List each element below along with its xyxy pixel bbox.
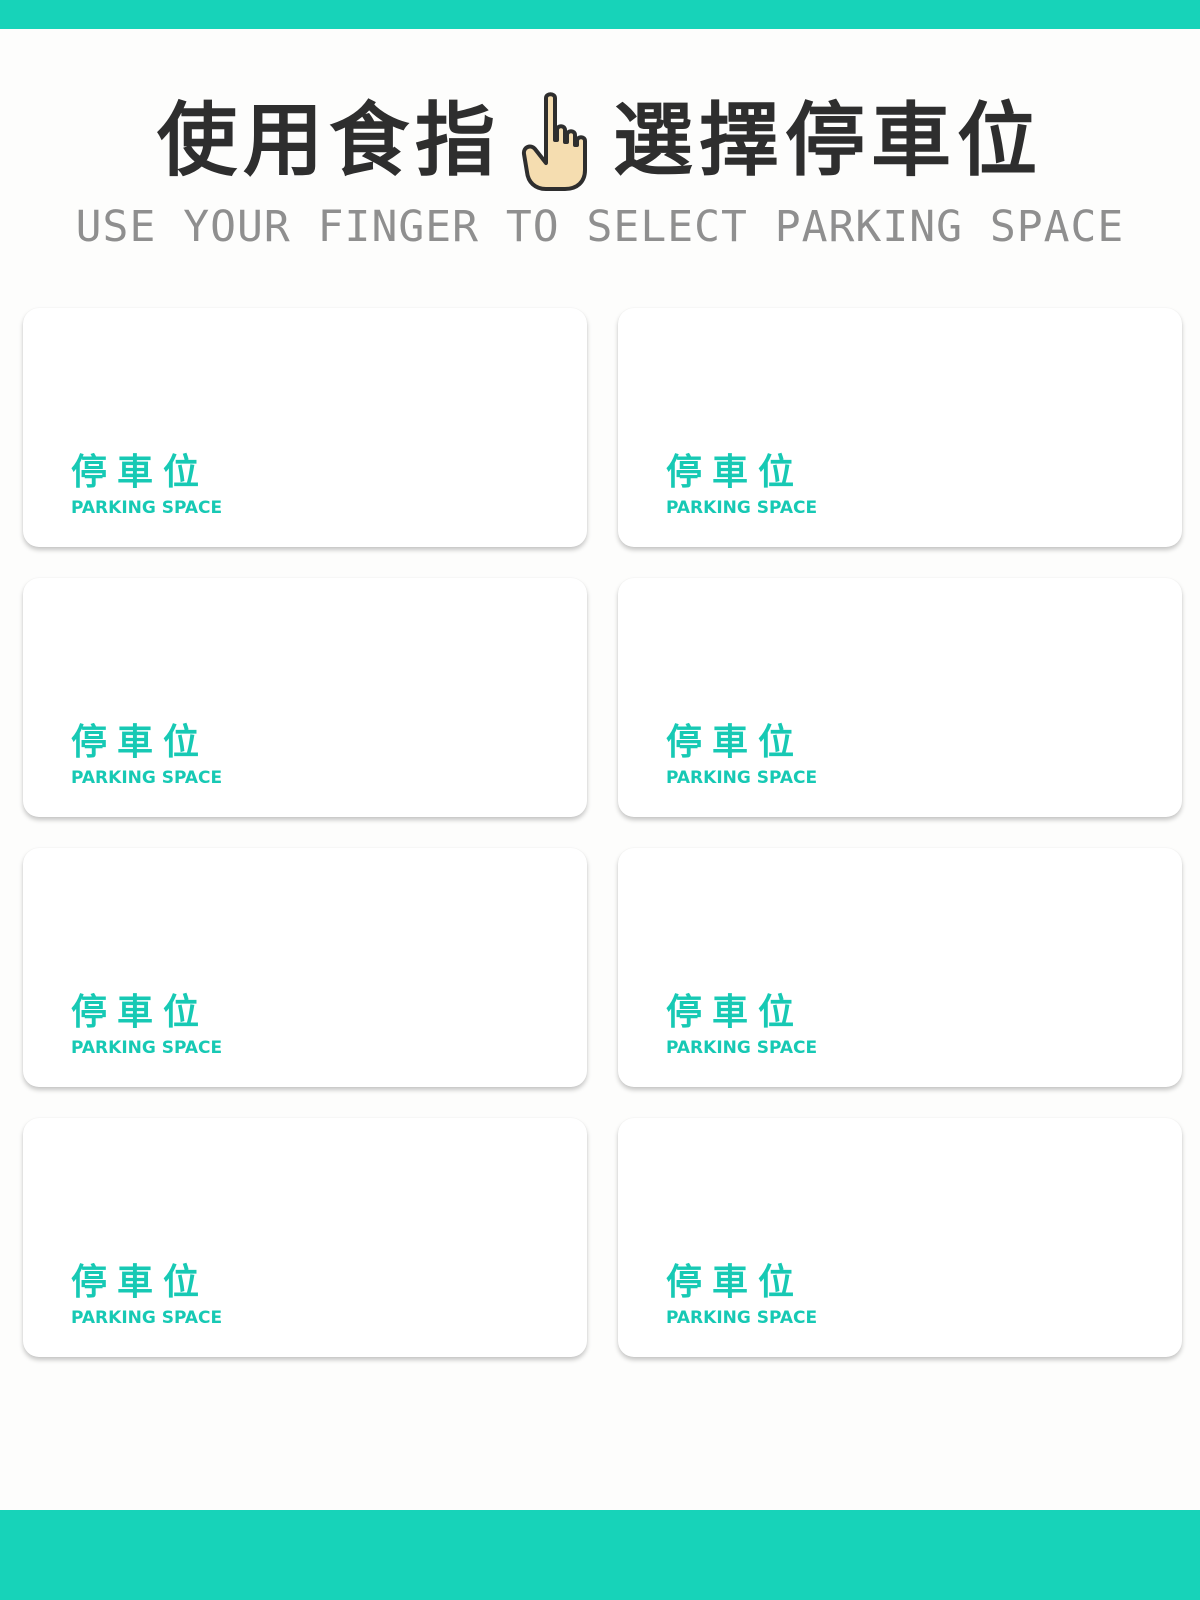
parking-space-card[interactable]: 停車位 PARKING SPACE [23, 848, 587, 1087]
parking-space-label-en: PARKING SPACE [666, 498, 818, 518]
page-title: 使用食指 選擇停車位 [0, 88, 1200, 194]
parking-space-label-zh: 停車位 [666, 1262, 805, 1303]
parking-space-card[interactable]: 停車位 PARKING SPACE [618, 848, 1182, 1087]
parking-space-label-zh: 停車位 [71, 722, 210, 763]
parking-space-card[interactable]: 停車位 PARKING SPACE [618, 578, 1182, 817]
parking-space-card[interactable]: 停車位 PARKING SPACE [618, 308, 1182, 547]
parking-space-label-en: PARKING SPACE [71, 1038, 223, 1058]
parking-space-label-en: PARKING SPACE [666, 768, 818, 788]
page-subtitle: USE YOUR FINGER TO SELECT PARKING SPACE [75, 202, 1125, 252]
parking-space-card[interactable]: 停車位 PARKING SPACE [23, 578, 587, 817]
parking-space-label-zh: 停車位 [71, 1262, 210, 1303]
title-text-before-icon: 使用食指 [157, 94, 501, 187]
parking-space-label-en: PARKING SPACE [71, 1308, 223, 1328]
parking-space-card[interactable]: 停車位 PARKING SPACE [23, 1118, 587, 1357]
parking-space-label-zh: 停車位 [71, 992, 210, 1033]
pointing-hand-icon [521, 92, 587, 191]
parking-space-label-en: PARKING SPACE [71, 498, 223, 518]
parking-space-label-zh: 停車位 [71, 452, 210, 493]
parking-space-label-zh: 停車位 [666, 722, 805, 763]
parking-space-label-en: PARKING SPACE [666, 1038, 818, 1058]
parking-space-card[interactable]: 停車位 PARKING SPACE [23, 308, 587, 547]
title-text-after-icon: 選擇停車位 [613, 94, 1043, 187]
parking-space-label-en: PARKING SPACE [71, 768, 223, 788]
parking-space-label-zh: 停車位 [666, 452, 805, 493]
parking-space-card[interactable]: 停車位 PARKING SPACE [618, 1118, 1182, 1357]
parking-space-grid: 停車位 PARKING SPACE 停車位 PARKING SPACE 停車位 … [23, 308, 1183, 1357]
parking-space-label-zh: 停車位 [666, 992, 805, 1033]
parking-space-label-en: PARKING SPACE [666, 1308, 818, 1328]
kiosk-screen: 使用食指 選擇停車位 USE YOUR FINGER TO SELECT PAR… [0, 0, 1200, 1600]
bottom-accent-bar [0, 1510, 1200, 1600]
top-accent-bar [0, 0, 1200, 29]
